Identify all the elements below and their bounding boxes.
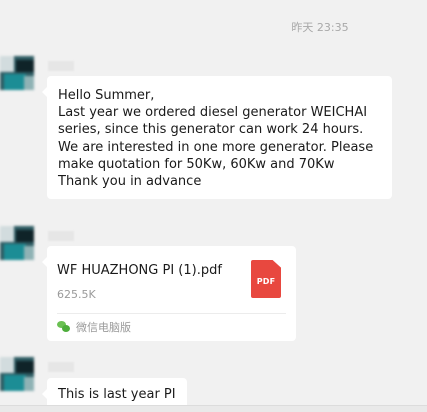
message-line: series, since this generator can work 24…: [58, 122, 364, 138]
sender-avatar[interactable]: [0, 357, 34, 391]
pdf-file-icon: PDF: [251, 260, 281, 298]
file-name: WF HUAZHONG PI (1).pdf: [57, 263, 222, 278]
sender-avatar[interactable]: [0, 226, 34, 260]
card-divider: [57, 313, 286, 314]
message-line: Thank you in advance: [58, 174, 202, 190]
message-line: Hello Summer,: [58, 88, 155, 103]
file-size: 625.5K: [57, 288, 96, 301]
pdf-icon-label: PDF: [256, 277, 276, 286]
message-line: make quotation for 50Kw, 60Kw and 70Kw: [58, 156, 335, 172]
message-text: This is last year PI: [58, 387, 176, 402]
sender-nickname: [48, 61, 74, 71]
sender-nickname: [48, 362, 74, 372]
file-source: 微信电脑版: [57, 319, 131, 335]
sender-avatar[interactable]: [0, 56, 34, 90]
message-line: We are interested in one more generator.…: [58, 139, 374, 155]
source-label: 微信电脑版: [76, 321, 131, 334]
sender-nickname: [48, 231, 74, 241]
file-message-card[interactable]: WF HUAZHONG PI (1).pdf 625.5K PDF 微信电脑版: [42, 246, 296, 341]
message-bubble-text[interactable]: Hello Summer, Last year we ordered diese…: [42, 76, 392, 200]
wechat-icon: [57, 321, 71, 333]
message-line: Last year we ordered diesel generator WE…: [58, 105, 368, 121]
message-timestamp: 昨天 23:35: [291, 21, 349, 34]
